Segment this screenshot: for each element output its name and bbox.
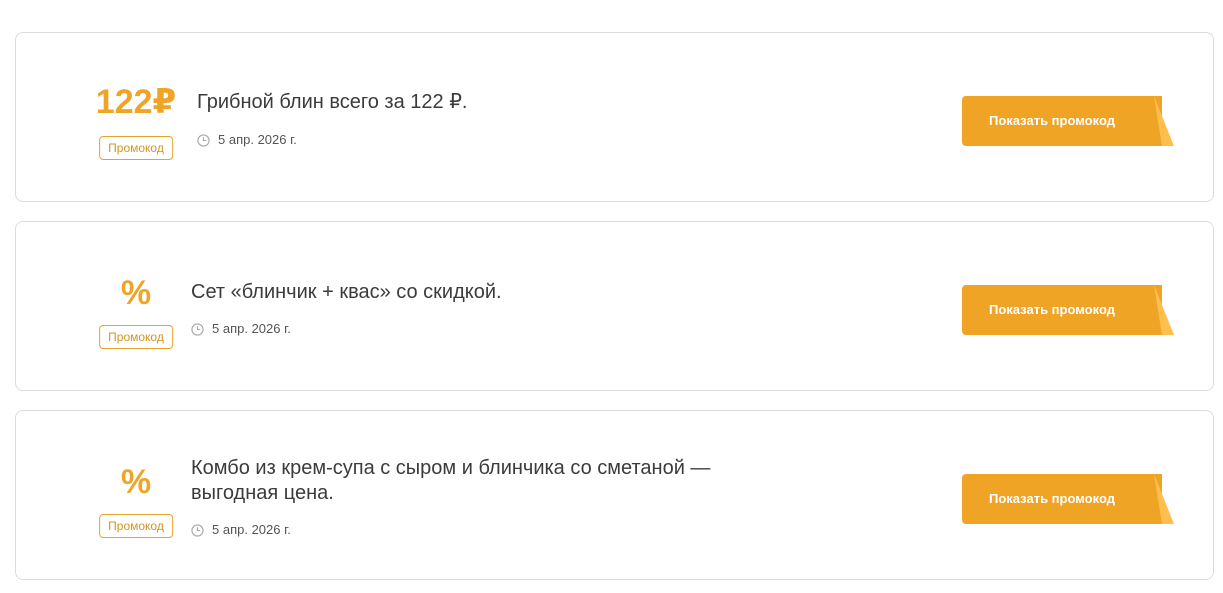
promo-date: 5 апр. 2026 г. <box>191 522 291 538</box>
promo-badge: Промокод <box>99 514 173 538</box>
promo-date-text: 5 апр. 2026 г. <box>218 132 297 147</box>
promo-title: Грибной блин всего за 122 ₽. <box>197 91 468 113</box>
promo-list: 122₽ Промокод Грибной блин всего за 122 … <box>0 0 1223 593</box>
promo-badge: Промокод <box>99 325 173 349</box>
promo-value-block: % Промокод <box>56 222 216 390</box>
promo-value-block: 122₽ Промокод <box>56 33 216 201</box>
clock-icon <box>191 322 204 336</box>
clock-icon <box>197 133 210 147</box>
show-promocode-label: Показать промокод <box>989 491 1115 506</box>
clock-icon <box>191 523 204 537</box>
promo-date: 5 апр. 2026 г. <box>197 132 297 148</box>
show-promocode-button[interactable]: Показать промокод <box>962 474 1174 524</box>
promo-date-text: 5 апр. 2026 г. <box>212 321 291 336</box>
promo-value: 122₽ <box>95 83 177 121</box>
promo-title: Сет «блинчик + квас» со скидкой. <box>191 281 502 303</box>
show-promocode-button[interactable]: Показать промокод <box>962 96 1174 146</box>
promo-date-text: 5 апр. 2026 г. <box>212 522 291 537</box>
promo-date: 5 апр. 2026 г. <box>191 321 291 337</box>
promo-card: 122₽ Промокод Грибной блин всего за 122 … <box>15 32 1214 202</box>
promo-card: % Промокод Сет «блинчик + квас» со скидк… <box>15 221 1214 391</box>
promo-badge: Промокод <box>99 136 173 160</box>
promo-title: Комбо из крем-супа с сыром и блинчика со… <box>191 457 711 504</box>
show-promocode-button[interactable]: Показать промокод <box>962 285 1174 335</box>
show-promocode-label: Показать промокод <box>989 302 1115 317</box>
show-promocode-label: Показать промокод <box>989 113 1115 128</box>
promo-card: % Промокод Комбо из крем-супа с сыром и … <box>15 410 1214 580</box>
